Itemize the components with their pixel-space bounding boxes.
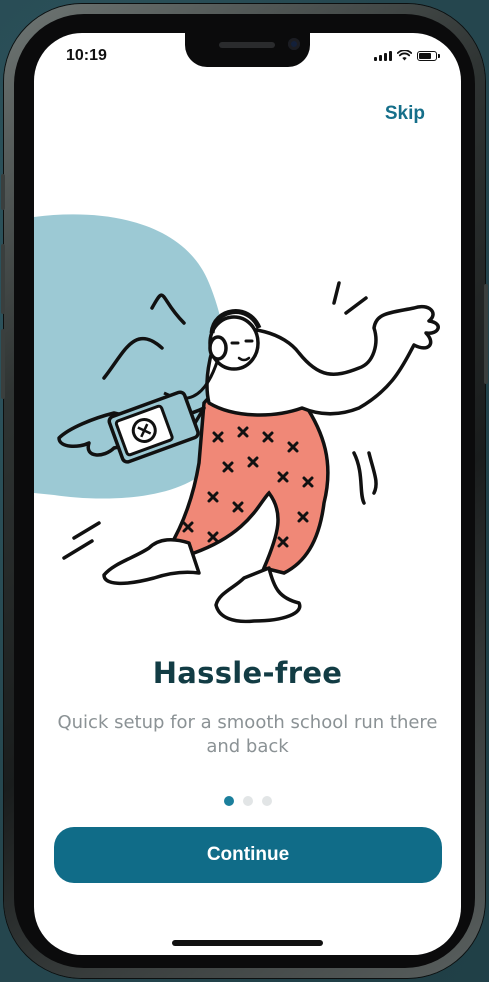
front-camera <box>288 38 300 50</box>
mute-switch <box>1 174 5 210</box>
dancing-person-illustration <box>34 214 440 624</box>
status-icons <box>374 50 440 61</box>
continue-button[interactable]: Continue <box>54 827 442 883</box>
app-screen: 10:19 Skip Hassle-free Quick setup for a… <box>34 33 461 955</box>
page-dot-1[interactable] <box>223 796 234 806</box>
power-button <box>484 284 488 384</box>
onboarding-subtitle: Quick setup for a smooth school run ther… <box>57 712 438 757</box>
page-dot-2[interactable] <box>242 796 253 806</box>
volume-down-button <box>1 329 5 399</box>
page-dot-3[interactable] <box>261 796 272 806</box>
speaker-grille <box>219 42 275 48</box>
page-indicator <box>34 796 461 806</box>
skip-button[interactable]: Skip <box>385 103 425 125</box>
home-indicator[interactable] <box>172 940 323 946</box>
onboarding-title: Hassle-free <box>152 656 343 690</box>
cellular-signal-icon <box>374 51 392 61</box>
wifi-icon <box>397 50 412 61</box>
volume-up-button <box>1 244 5 314</box>
status-time: 10:19 <box>66 47 107 64</box>
notch <box>185 33 310 67</box>
battery-icon <box>417 51 440 61</box>
